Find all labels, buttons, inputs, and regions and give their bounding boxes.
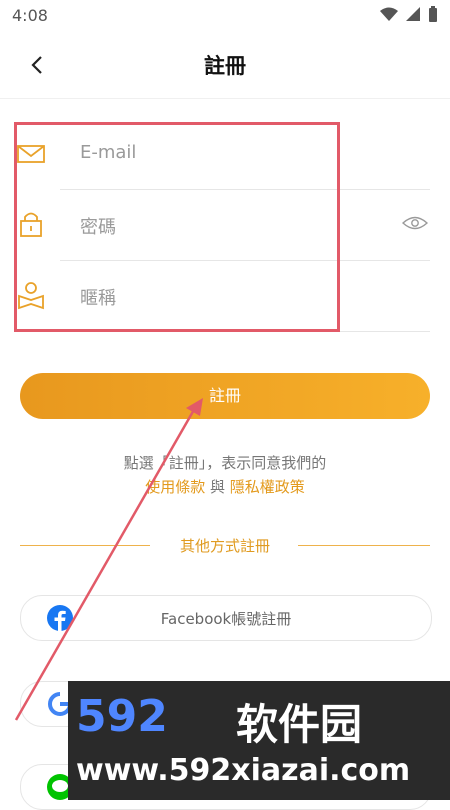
divider-right	[298, 545, 430, 546]
battery-icon	[429, 6, 437, 22]
status-time: 4:08	[12, 6, 48, 25]
page-title: 註冊	[204, 54, 246, 78]
agreement-and: 與	[205, 478, 230, 496]
terms-link[interactable]: 使用條款	[145, 478, 205, 496]
watermark-number: 592	[76, 691, 168, 742]
facebook-label: Facebook帳號註冊	[160, 610, 292, 628]
wifi-icon	[380, 7, 398, 21]
watermark-url: www.592xiazai.com	[76, 753, 411, 788]
privacy-link[interactable]: 隱私權政策	[230, 478, 305, 496]
watermark-chinese: 软件园	[236, 700, 363, 749]
agreement-text: 點選「註冊」，表示同意我們的	[123, 454, 327, 472]
status-icons	[380, 6, 438, 22]
facebook-register-button[interactable]: Facebook帳號註冊	[20, 595, 432, 641]
highlight-box	[14, 122, 340, 332]
register-button[interactable]: 註冊	[20, 373, 430, 419]
status-bar: 4:08	[0, 0, 450, 32]
header: 註冊	[0, 32, 450, 99]
signal-icon	[406, 7, 420, 21]
watermark: 592 软件园 www.592xiazai.com	[68, 681, 450, 800]
agreement-links: 使用條款 與 隱私權政策	[0, 476, 450, 497]
eye-icon[interactable]	[402, 213, 428, 233]
